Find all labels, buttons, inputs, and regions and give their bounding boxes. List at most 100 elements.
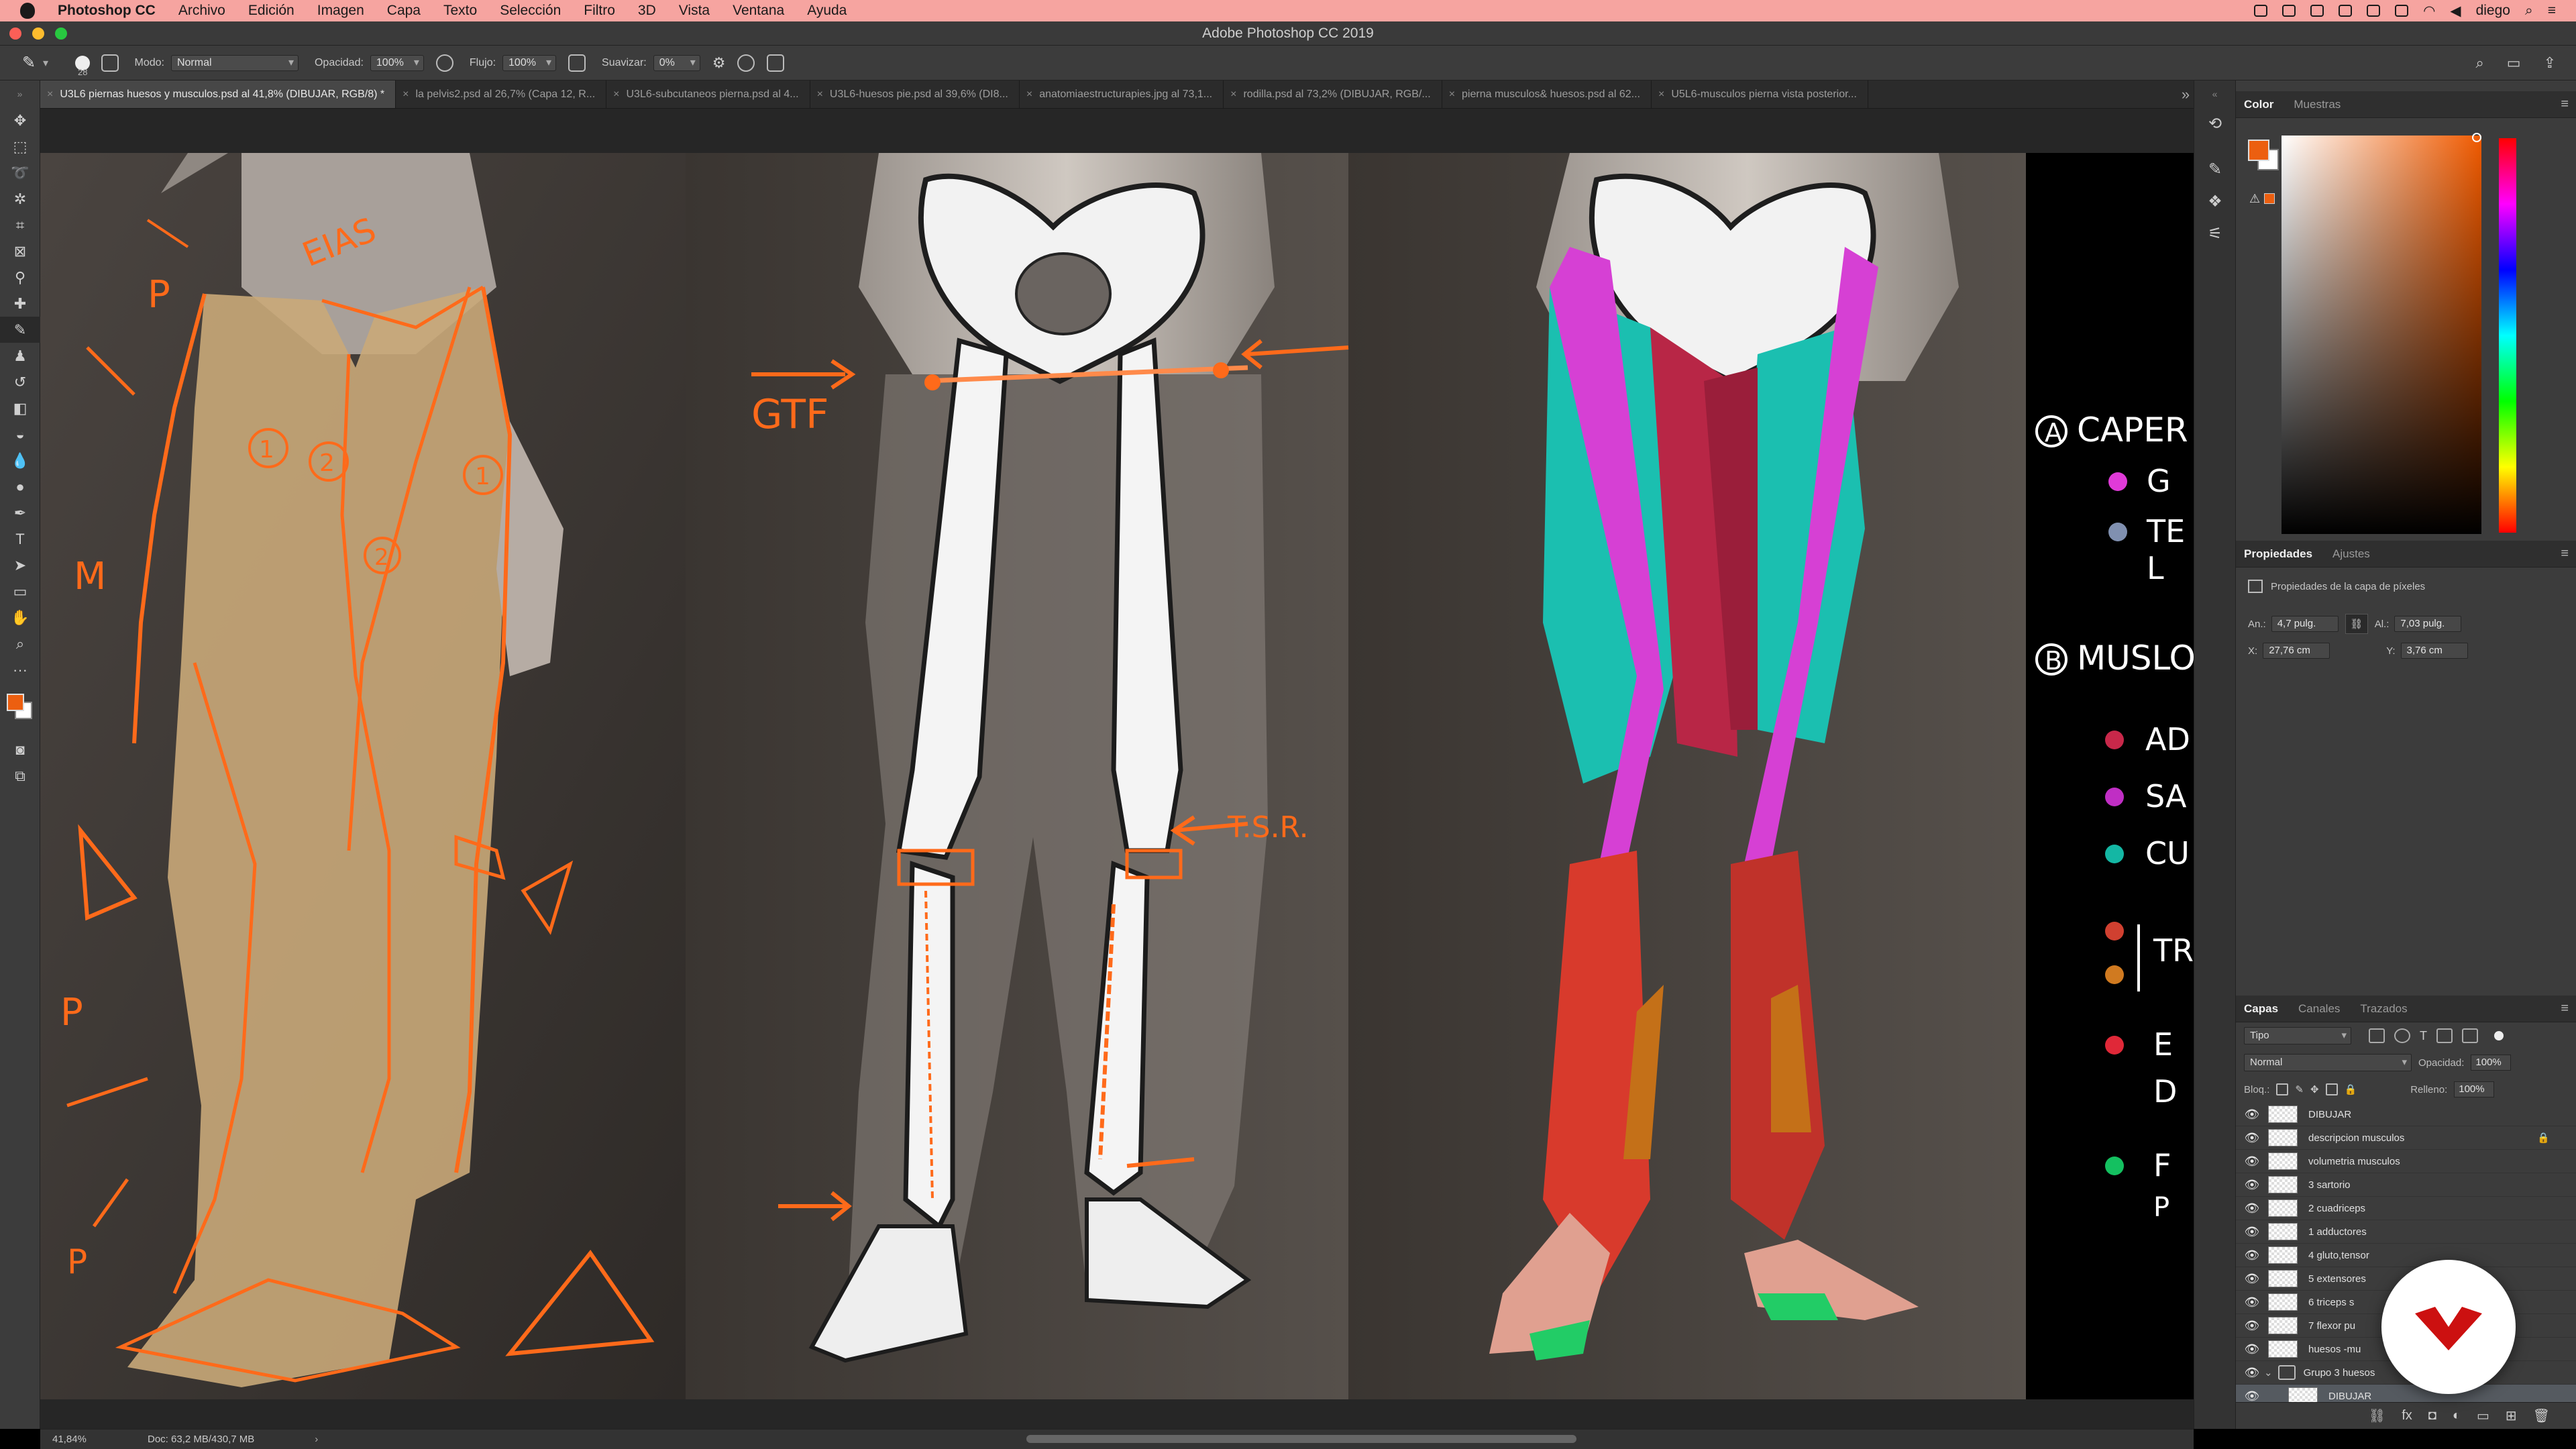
app-menu[interactable]: Photoshop CC — [58, 3, 156, 19]
visibility-eye-icon[interactable]: 👁 — [2236, 1342, 2268, 1356]
color-foreground-swatch[interactable] — [2248, 140, 2269, 161]
brush-tool-icon[interactable]: ✎ — [0, 317, 40, 343]
visibility-eye-icon[interactable]: 👁 — [2236, 1131, 2268, 1145]
airbrush-icon[interactable] — [568, 54, 586, 72]
preset-chevron-icon[interactable]: ▾ — [43, 56, 48, 70]
menu-edicion[interactable]: Edición — [248, 3, 294, 19]
visibility-eye-icon[interactable]: 👁 — [2236, 1178, 2268, 1192]
tab-properties[interactable]: Propiedades — [2244, 547, 2312, 561]
gamut-warning-icon[interactable]: ⚠ — [2249, 192, 2260, 206]
artwork[interactable]: EIAS P M P P 1 2 1 2 GTF T.S.R. A CAPER … — [40, 153, 2194, 1399]
close-tab-icon[interactable]: × — [1449, 89, 1455, 100]
quick-mask-icon[interactable]: ◙ — [0, 737, 40, 763]
menu-seleccion[interactable]: Selección — [500, 3, 561, 19]
eyedropper-tool-icon[interactable]: ⚲ — [0, 264, 40, 290]
new-group-icon[interactable]: ▭ — [2477, 1407, 2489, 1424]
zoom-level[interactable]: 41,84% — [40, 1434, 121, 1445]
paint-bucket-tool-icon[interactable]: ◒ — [0, 421, 40, 447]
history-brush-tool-icon[interactable]: ↺ — [0, 369, 40, 395]
menu-filtro[interactable]: Filtro — [584, 3, 615, 19]
filter-adjustment-icon[interactable] — [2394, 1028, 2410, 1043]
spotlight-search-icon[interactable]: ⌕ — [2525, 3, 2533, 19]
visibility-eye-icon[interactable]: 👁 — [2236, 1155, 2268, 1169]
foreground-color-swatch[interactable] — [7, 694, 24, 711]
menu-archivo[interactable]: Archivo — [178, 3, 225, 19]
status-menu-chevron-icon[interactable]: › — [315, 1434, 318, 1445]
close-tab-icon[interactable]: × — [402, 89, 409, 100]
brush-preset-icon[interactable]: ✎ — [17, 52, 40, 74]
layer-row[interactable]: 👁 3 sartorio — [2236, 1173, 2576, 1197]
menu-user[interactable]: diego — [2476, 3, 2510, 19]
menu-3d[interactable]: 3D — [638, 3, 656, 19]
menu-ayuda[interactable]: Ayuda — [807, 3, 847, 19]
type-tool-icon[interactable]: T — [0, 526, 40, 552]
layer-row[interactable]: 👁 descripcion musculos 🔒 — [2236, 1126, 2576, 1150]
search-icon[interactable]: ⌕ — [2475, 54, 2483, 72]
lock-artboard-icon[interactable] — [2325, 1083, 2338, 1095]
x-field[interactable]: 27,76 cm — [2263, 643, 2330, 659]
more-tabs-button[interactable]: » — [2178, 80, 2194, 109]
menu-vista[interactable]: Vista — [679, 3, 710, 19]
link-layers-icon[interactable]: ⛓ — [2369, 1407, 2385, 1424]
layer-row[interactable]: 👁 DIBUJAR — [2236, 1103, 2576, 1126]
history-panel-icon[interactable]: ⟲ — [2194, 107, 2236, 140]
filter-toggle-icon[interactable] — [2494, 1031, 2504, 1040]
doc-tab-7[interactable]: × pierna musculos& huesos.psd al 62... — [1442, 80, 1652, 108]
mode-select[interactable]: Normal — [170, 54, 299, 71]
symmetry-icon[interactable] — [767, 54, 785, 72]
panel-menu-icon[interactable]: ≡ — [2561, 546, 2569, 561]
height-field[interactable]: 7,03 pulg. — [2394, 616, 2462, 632]
filter-pixel-icon[interactable] — [2369, 1028, 2385, 1043]
layer-row[interactable]: 👁 4 gluto,tensor — [2236, 1244, 2576, 1267]
layer-opacity-field[interactable]: 100% — [2471, 1055, 2512, 1071]
tab-color[interactable]: Color — [2244, 98, 2273, 111]
tab-layers[interactable]: Capas — [2244, 1002, 2278, 1016]
lasso-tool-icon[interactable]: ➰ — [0, 160, 40, 186]
brush-settings-icon[interactable]: ✎ — [2194, 153, 2236, 185]
tools-collapse-icon[interactable]: » — [0, 80, 40, 107]
visibility-eye-icon[interactable]: 👁 — [2236, 1295, 2268, 1309]
doc-tab-1[interactable]: × U3L6 piernas huesos y musculos.psd al 4… — [40, 80, 396, 108]
gamut-swatch[interactable] — [2264, 193, 2275, 204]
opacity-field[interactable]: 100% — [370, 54, 424, 71]
doc-tab-4[interactable]: × U3L6-huesos pie.psd al 39,6% (DI8... — [810, 80, 1020, 108]
width-field[interactable]: 4,7 pulg. — [2271, 616, 2339, 632]
visibility-eye-icon[interactable]: 👁 — [2236, 1201, 2268, 1216]
close-tab-icon[interactable]: × — [613, 89, 619, 100]
menu-ventana[interactable]: Ventana — [733, 3, 784, 19]
blur-tool-icon[interactable]: 💧 — [0, 447, 40, 474]
crop-tool-icon[interactable]: ⌗ — [0, 212, 40, 238]
visibility-eye-icon[interactable]: 👁 — [2236, 1108, 2268, 1122]
lock-all-icon[interactable]: 🔒 — [2345, 1083, 2357, 1095]
move-tool-icon[interactable]: ✥ — [0, 107, 40, 133]
add-mask-icon[interactable]: ◘ — [2428, 1408, 2436, 1424]
fill-field[interactable]: 100% — [2454, 1081, 2495, 1097]
lock-transparent-icon[interactable] — [2276, 1083, 2289, 1095]
panel-menu-icon[interactable]: ≡ — [2561, 97, 2569, 112]
document-canvas[interactable]: EIAS P M P P 1 2 1 2 GTF T.S.R. A CAPER … — [40, 109, 2194, 1429]
tab-channels[interactable]: Canales — [2298, 1002, 2340, 1016]
visibility-eye-icon[interactable]: 👁 — [2236, 1389, 2268, 1403]
wifi-icon[interactable]: ◠ — [2423, 3, 2435, 19]
dock-collapse-icon[interactable]: « — [2194, 80, 2235, 107]
new-layer-icon[interactable]: ⊞ — [2506, 1407, 2517, 1424]
new-adjustment-layer-icon[interactable]: ◐ — [2453, 1408, 2461, 1424]
filter-shape-icon[interactable] — [2436, 1028, 2453, 1043]
dropbox-status-icon[interactable] — [2339, 5, 2353, 17]
visibility-eye-icon[interactable]: 👁 — [2236, 1248, 2268, 1263]
doc-tab-6[interactable]: × rodilla.psd al 73,2% (DIBUJAR, RGB/... — [1224, 80, 1442, 108]
lock-image-icon[interactable]: ✎ — [2295, 1083, 2304, 1095]
hand-tool-icon[interactable]: ✋ — [0, 604, 40, 631]
menu-capa[interactable]: Capa — [387, 3, 421, 19]
healing-brush-tool-icon[interactable]: ✚ — [0, 290, 40, 317]
workspace-icon[interactable]: ▭ — [2507, 54, 2521, 72]
screen-status-icon[interactable] — [2282, 5, 2296, 17]
close-tab-icon[interactable]: × — [1658, 89, 1664, 100]
visibility-eye-icon[interactable]: 👁 — [2236, 1319, 2268, 1333]
share-icon[interactable]: ⇪ — [2544, 54, 2556, 72]
close-tab-icon[interactable]: × — [817, 89, 823, 100]
visibility-eye-icon[interactable]: 👁 — [2236, 1225, 2268, 1239]
delete-layer-icon[interactable]: 🗑 — [2533, 1407, 2550, 1424]
layer-style-fx-icon[interactable]: fx — [2402, 1408, 2412, 1424]
smoothing-field[interactable]: 0% — [653, 54, 700, 71]
